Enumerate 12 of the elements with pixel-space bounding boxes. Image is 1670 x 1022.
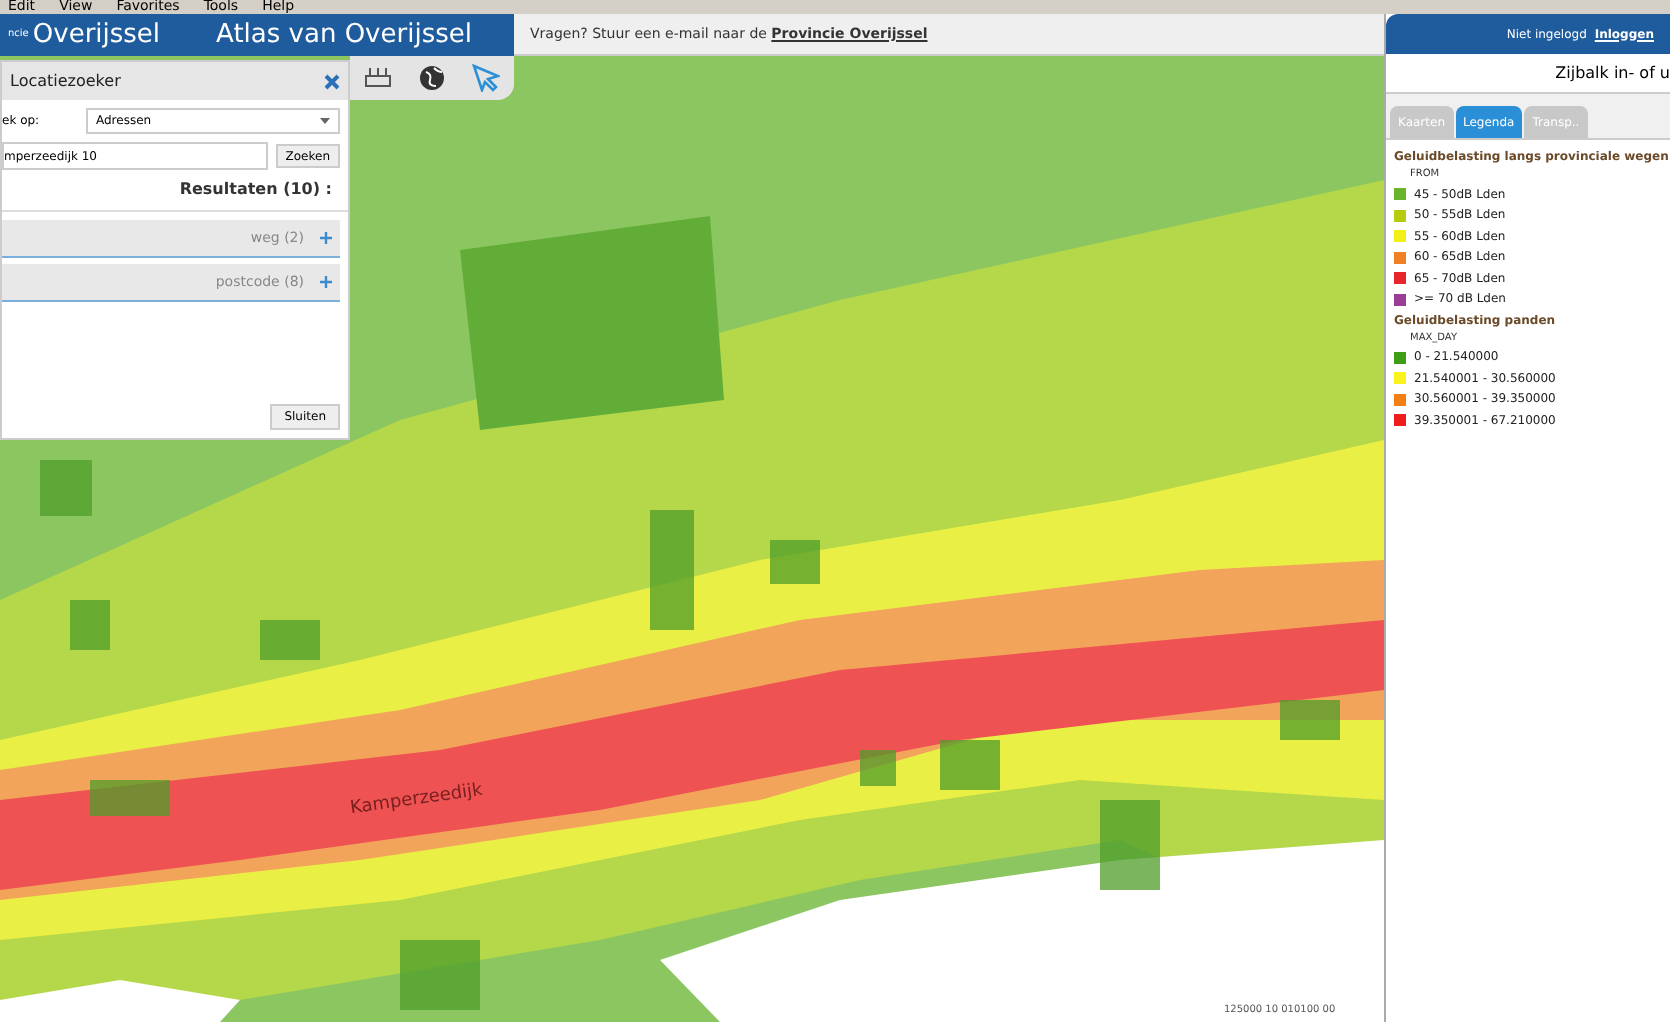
panel-title: Locatiezoeker xyxy=(10,69,121,93)
plus-icon xyxy=(320,276,332,288)
pointer-icon[interactable] xyxy=(472,64,501,92)
plus-icon xyxy=(320,232,332,244)
logo: Overijssel xyxy=(32,17,161,54)
sidebar-toggle-text[interactable]: Zijbalk in- of u xyxy=(1555,61,1670,85)
close-icon[interactable] xyxy=(324,73,340,89)
globe-icon[interactable] xyxy=(417,64,446,92)
measure-icon[interactable] xyxy=(363,66,392,90)
caret-icon xyxy=(320,118,330,124)
app-title: Atlas van Overijssel xyxy=(216,17,472,54)
results-heading: Resultaten (10) : xyxy=(179,178,332,202)
